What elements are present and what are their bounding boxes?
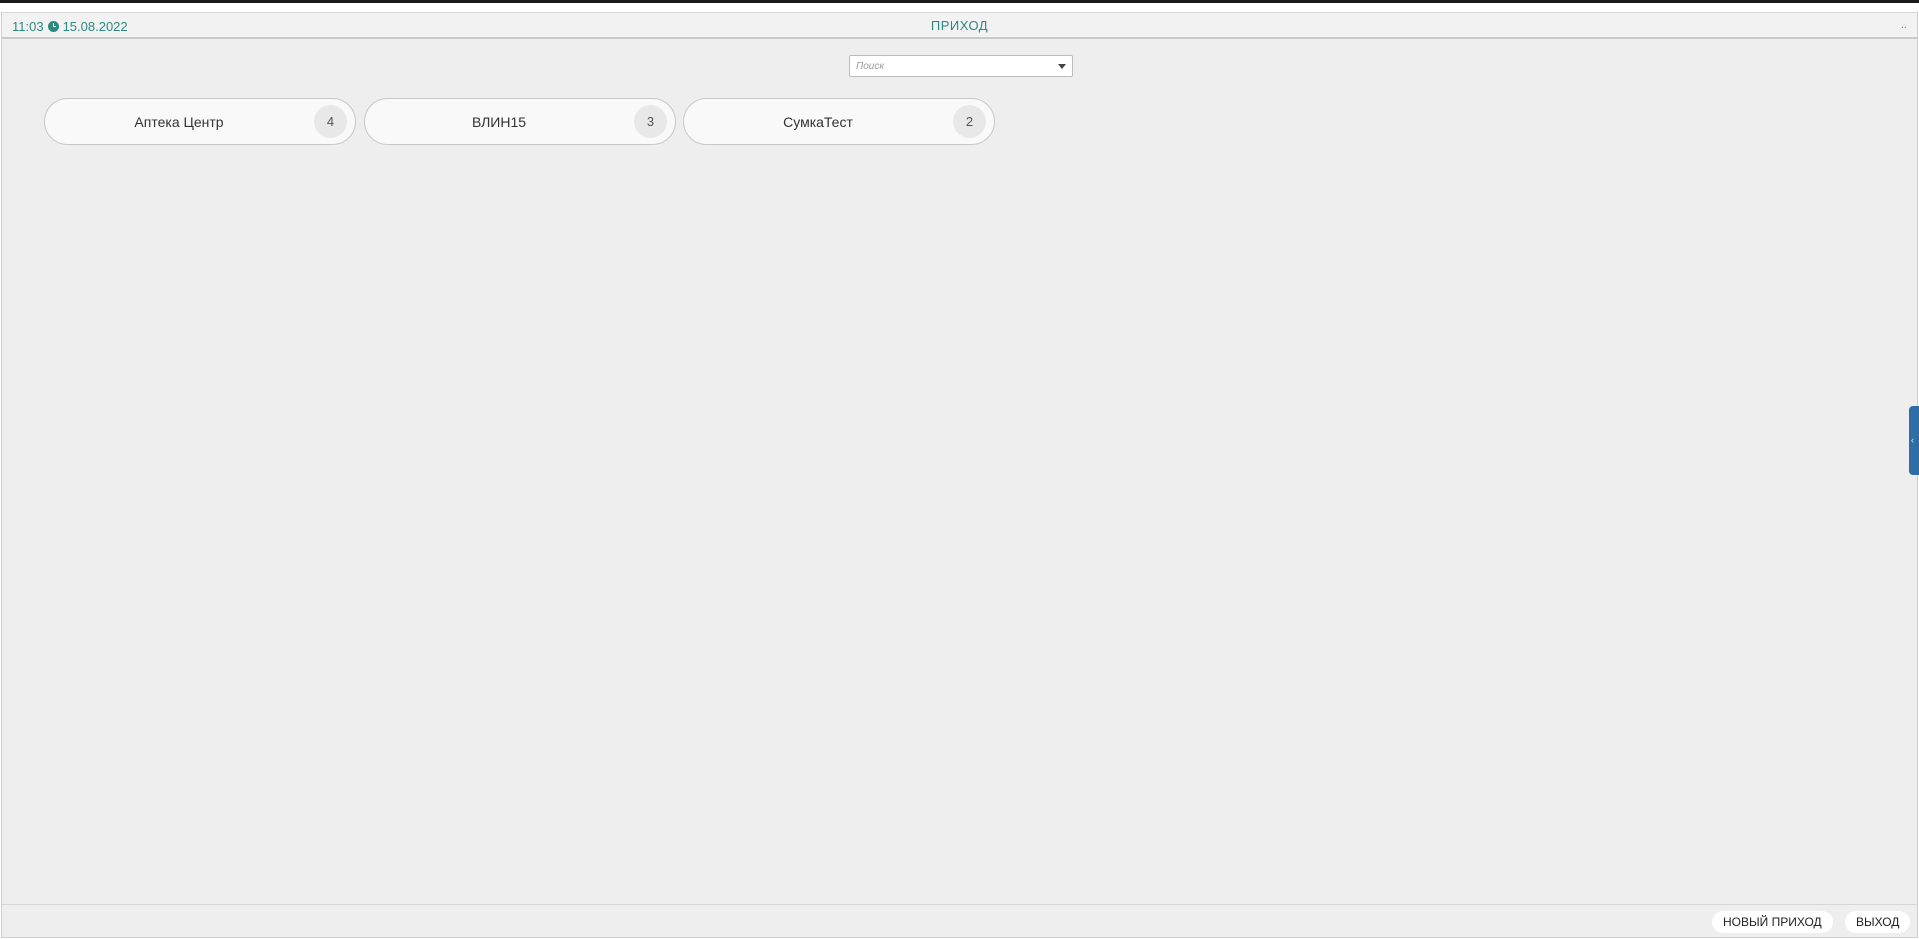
header-menu[interactable]: .. <box>1901 19 1907 31</box>
new-receipt-button[interactable]: НОВЫЙ ПРИХОД <box>1712 911 1833 933</box>
search-dropdown[interactable] <box>849 55 1073 77</box>
group-card-apteka-centr[interactable]: Аптека Центр 4 <box>44 98 356 145</box>
count-badge: 4 <box>314 105 347 138</box>
header-bar: 11:03 15.08.2022 ПРИХОД .. <box>2 12 1917 39</box>
page-title: ПРИХОД <box>930 18 989 33</box>
chevron-down-icon[interactable] <box>1058 64 1066 69</box>
window-top-bar <box>0 0 1919 3</box>
count-badge: 2 <box>953 105 986 138</box>
count-badge: 3 <box>634 105 667 138</box>
group-card-vlin15[interactable]: ВЛИН15 3 <box>364 98 676 145</box>
search-input[interactable] <box>856 59 1046 73</box>
footer-bar: НОВЫЙ ПРИХОД ВЫХОД <box>2 904 1917 937</box>
app-window: 11:03 15.08.2022 ПРИХОД .. Аптека Центр … <box>1 12 1918 938</box>
collapse-panel-icon: ‹ <box>1911 435 1914 445</box>
card-label: Аптека Центр <box>134 114 224 130</box>
exit-button[interactable]: ВЫХОД <box>1845 911 1911 933</box>
card-label: СумкаТест <box>783 114 853 130</box>
card-label: ВЛИН15 <box>471 114 527 130</box>
group-card-sumkatest[interactable]: СумкаТест 2 <box>683 98 995 145</box>
side-panel-handle[interactable]: ‹ <box>1909 406 1919 475</box>
